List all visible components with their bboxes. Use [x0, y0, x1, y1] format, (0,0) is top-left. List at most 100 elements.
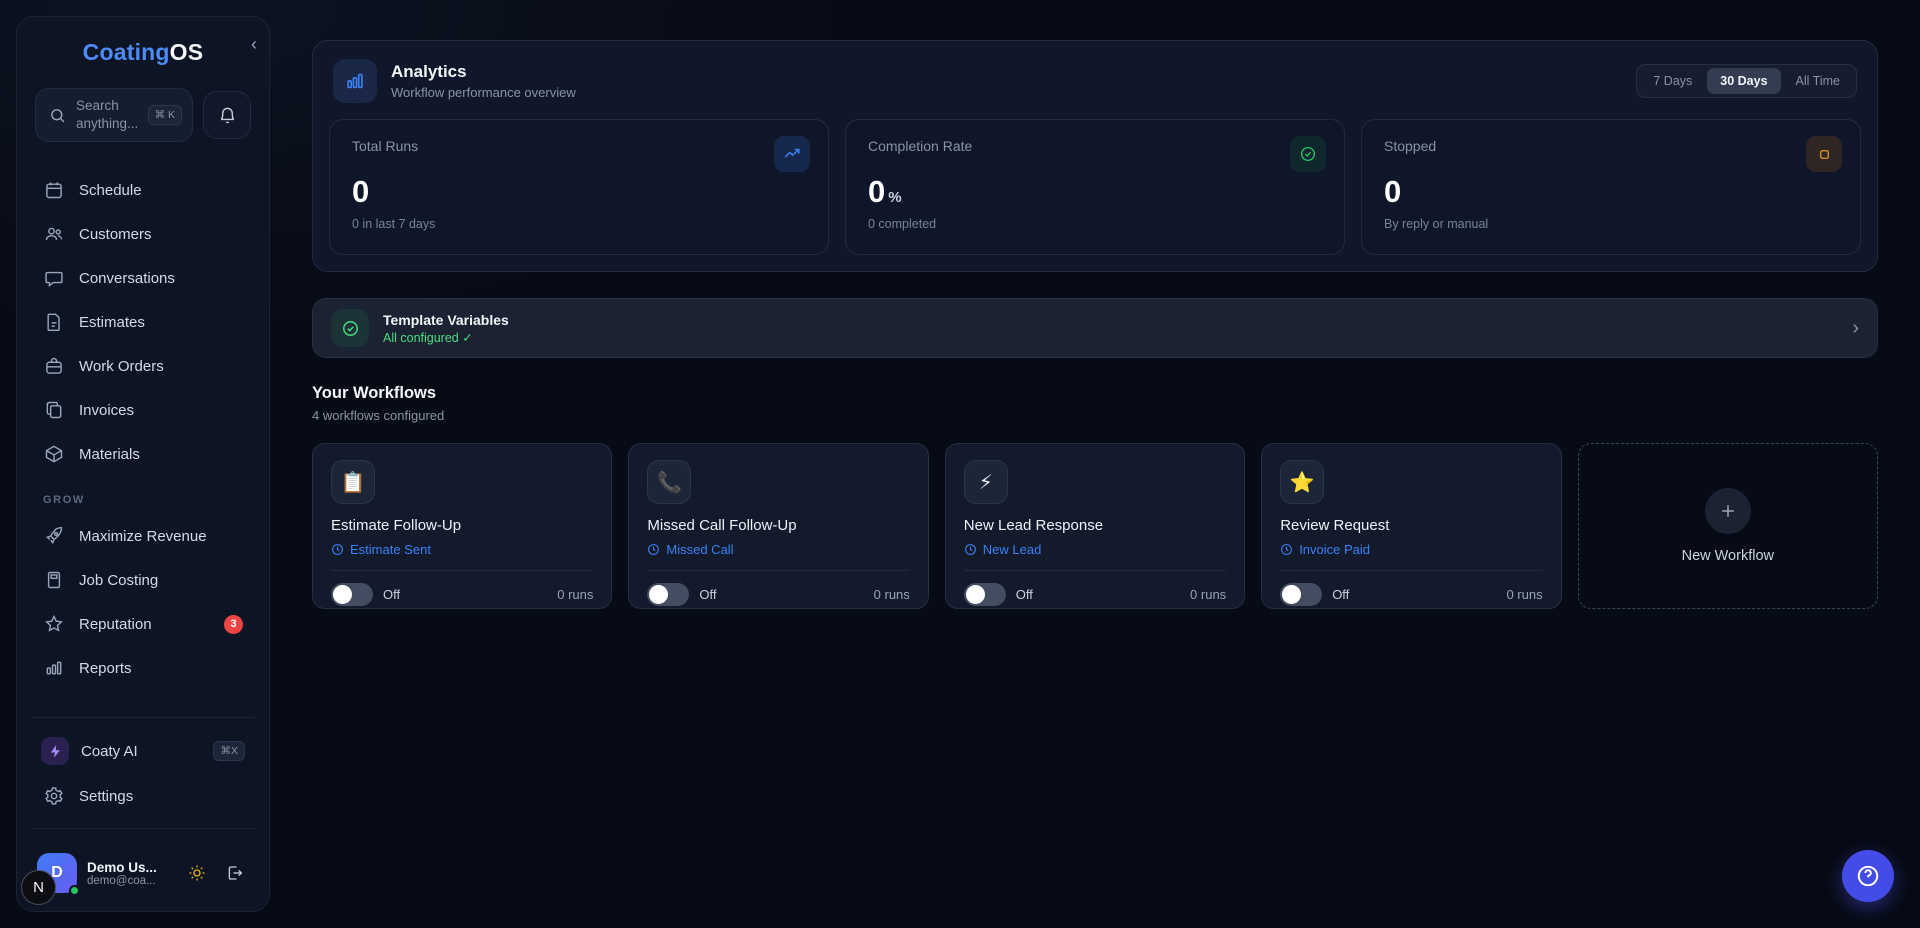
analytics-panel: Analytics Workflow performance overview … — [312, 40, 1878, 272]
workflow-title: Review Request — [1280, 517, 1542, 534]
sidebar-item-conversations[interactable]: Conversations — [35, 256, 251, 300]
sidebar-divider — [31, 828, 255, 829]
sidebar-item-customers[interactable]: Customers — [35, 212, 251, 256]
runs-count: 0 runs — [874, 587, 910, 602]
phone-emoji-icon: 📞 — [647, 460, 691, 504]
sidebar-item-invoices[interactable]: Invoices — [35, 388, 251, 432]
runs-count: 0 runs — [1506, 587, 1542, 602]
workflow-card-estimate-follow-up[interactable]: 📋 Estimate Follow-Up Estimate Sent Off 0… — [312, 443, 612, 609]
user-email: demo@coa... — [87, 875, 173, 887]
online-status-dot — [69, 885, 80, 896]
sidebar-item-settings[interactable]: Settings — [35, 774, 251, 818]
sun-icon — [188, 864, 206, 882]
app-logo: CoatingOS — [83, 39, 204, 66]
sidebar-item-label: Reports — [79, 660, 243, 677]
logout-icon — [226, 864, 244, 882]
sidebar-item-label: Materials — [79, 446, 243, 463]
chevron-right-icon: › — [1852, 317, 1859, 340]
analytics-chart-icon — [333, 59, 377, 103]
workflow-title: Estimate Follow-Up — [331, 517, 593, 534]
stat-card-total-runs: Total Runs 0 0 in last 7 days — [329, 119, 829, 255]
clock-icon — [1280, 543, 1293, 556]
template-variables-status: All configured ✓ — [383, 330, 1838, 345]
reputation-count-badge: 3 — [224, 615, 243, 634]
toggle-state-label: Off — [1332, 587, 1496, 602]
cube-icon — [43, 443, 65, 465]
trend-up-icon — [774, 136, 810, 172]
template-variables-title: Template Variables — [383, 312, 1838, 328]
cursor-presence-chip: N — [21, 870, 56, 905]
template-variables-banner[interactable]: Template Variables All configured ✓ › — [312, 298, 1878, 358]
sidebar-item-label: Job Costing — [79, 572, 243, 589]
divider — [964, 570, 1226, 571]
workflow-toggle[interactable] — [647, 583, 689, 606]
sidebar-item-estimates[interactable]: Estimates — [35, 300, 251, 344]
workflows-heading: Your Workflows — [312, 384, 1878, 403]
stat-caption: By reply or manual — [1384, 217, 1838, 231]
workflow-toggle[interactable] — [964, 583, 1006, 606]
sidebar-item-schedule[interactable]: Schedule — [35, 168, 251, 212]
briefcase-icon — [43, 355, 65, 377]
analytics-title: Analytics — [391, 62, 576, 82]
sidebar-section-grow: GROW — [43, 494, 251, 506]
sidebar-item-maximize-revenue[interactable]: Maximize Revenue — [35, 514, 251, 558]
sidebar-item-reputation[interactable]: Reputation 3 — [35, 602, 251, 646]
sidebar-item-label: Schedule — [79, 182, 243, 199]
search-shortcut-badge: ⌘ K — [148, 105, 182, 125]
notifications-button[interactable] — [203, 91, 251, 139]
filter-all-time[interactable]: All Time — [1783, 68, 1853, 94]
workflows-grid: 📋 Estimate Follow-Up Estimate Sent Off 0… — [312, 443, 1878, 609]
workflow-card-new-lead-response[interactable]: ⚡ New Lead Response New Lead Off 0 runs — [945, 443, 1245, 609]
sidebar-item-label: Maximize Revenue — [79, 528, 243, 545]
search-input[interactable]: Search anything... ⌘ K — [35, 88, 193, 142]
lightning-emoji-icon: ⚡ — [964, 460, 1008, 504]
toggle-state-label: Off — [383, 587, 547, 602]
filter-7-days[interactable]: 7 Days — [1640, 68, 1705, 94]
logo-row: CoatingOS ‹ — [35, 39, 251, 66]
stat-card-stopped: Stopped 0 By reply or manual — [1361, 119, 1861, 255]
workflows-subheading: 4 workflows configured — [312, 408, 1878, 423]
new-workflow-button[interactable]: New Workflow — [1578, 443, 1878, 609]
clipboard-emoji-icon: 📋 — [331, 460, 375, 504]
gear-icon — [43, 785, 65, 807]
sidebar-divider — [31, 717, 255, 718]
workflow-card-missed-call-follow-up[interactable]: 📞 Missed Call Follow-Up Missed Call Off … — [628, 443, 928, 609]
workflow-toggle[interactable] — [1280, 583, 1322, 606]
toggle-state-label: Off — [1016, 587, 1180, 602]
sidebar-item-label: Customers — [79, 226, 243, 243]
divider — [1280, 570, 1542, 571]
toggle-state-label: Off — [699, 587, 863, 602]
star-icon — [43, 613, 65, 635]
star-emoji-icon: ⭐ — [1280, 460, 1324, 504]
logout-button[interactable] — [221, 859, 249, 887]
sidebar-item-label: Conversations — [79, 270, 243, 287]
sidebar-collapse-icon[interactable]: ‹ — [251, 35, 257, 53]
divider — [647, 570, 909, 571]
new-workflow-label: New Workflow — [1682, 548, 1774, 564]
workflow-card-review-request[interactable]: ⭐ Review Request Invoice Paid Off 0 runs — [1261, 443, 1561, 609]
search-placeholder: Search anything... — [76, 97, 140, 132]
sidebar-item-work-orders[interactable]: Work Orders — [35, 344, 251, 388]
help-button[interactable] — [1842, 850, 1894, 902]
runs-count: 0 runs — [1190, 587, 1226, 602]
stop-square-icon — [1806, 136, 1842, 172]
sidebar-item-label: Invoices — [79, 402, 243, 419]
workflow-toggle[interactable] — [331, 583, 373, 606]
sidebar-item-reports[interactable]: Reports — [35, 646, 251, 690]
coaty-ai-label: Coaty AI — [81, 743, 201, 760]
document-icon — [43, 311, 65, 333]
sidebar-item-job-costing[interactable]: Job Costing — [35, 558, 251, 602]
theme-toggle-button[interactable] — [183, 859, 211, 887]
clock-icon — [647, 543, 660, 556]
check-circle-icon — [1290, 136, 1326, 172]
question-circle-icon — [1855, 863, 1881, 889]
filter-30-days[interactable]: 30 Days — [1707, 68, 1780, 94]
user-profile[interactable]: D Demo Us... demo@coa... — [35, 849, 251, 897]
sidebar-item-materials[interactable]: Materials — [35, 432, 251, 476]
workflow-trigger: Missed Call — [647, 542, 909, 557]
users-icon — [43, 223, 65, 245]
stat-value: 0 — [352, 176, 806, 207]
search-icon — [46, 104, 68, 126]
workflow-title: Missed Call Follow-Up — [647, 517, 909, 534]
sidebar-item-coaty-ai[interactable]: Coaty AI ⌘X — [35, 728, 251, 774]
